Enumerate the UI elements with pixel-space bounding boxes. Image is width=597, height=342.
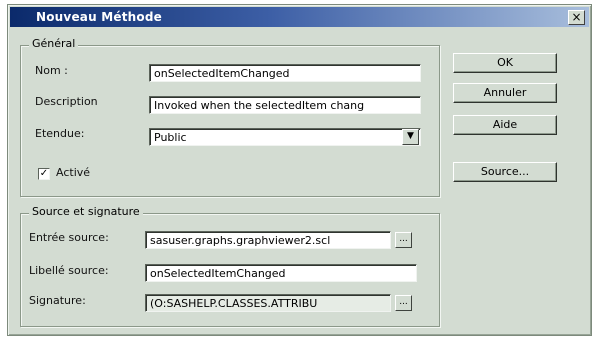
active-checkbox[interactable]: ✓ (38, 168, 50, 180)
signature-label: Signature: (29, 294, 86, 307)
source-signature-group-title: Source et signature (29, 205, 143, 218)
signature-field: (O:SASHELP.CLASSES.ATTRIBU (145, 294, 391, 312)
ellipsis-icon: ... (399, 234, 408, 244)
etendue-label: Etendue: (35, 127, 85, 140)
annuler-button[interactable]: Annuler (453, 83, 557, 103)
general-group: Général Nom : onSelectedItemChanged Desc… (20, 37, 440, 197)
close-button[interactable]: × (568, 10, 585, 25)
general-group-title: Général (29, 37, 79, 50)
etendue-select[interactable]: Public (149, 128, 421, 146)
libelle-source-field[interactable]: onSelectedItemChanged (145, 264, 417, 282)
active-label: Activé (56, 166, 91, 179)
checkmark-icon: ✓ (39, 168, 49, 179)
nom-field[interactable]: onSelectedItemChanged (149, 64, 421, 82)
libelle-source-label: Libellé source: (29, 264, 109, 277)
etendue-dropdown-button[interactable]: ▼ (402, 129, 419, 145)
signature-browse-button[interactable]: ... (395, 295, 412, 311)
window-title: Nouveau Méthode (36, 10, 162, 24)
description-label: Description (35, 95, 98, 108)
etendue-select-value: Public (154, 131, 187, 144)
source-button[interactable]: Source... (453, 162, 557, 182)
ok-button[interactable]: OK (453, 53, 557, 73)
close-icon: × (571, 10, 582, 24)
entree-source-label: Entrée source: (29, 231, 109, 244)
title-bar[interactable]: Nouveau Méthode × (10, 7, 589, 27)
aide-button[interactable]: Aide (453, 115, 557, 135)
description-field[interactable]: Invoked when the selectedItem chang (149, 96, 421, 114)
chevron-down-icon: ▼ (407, 131, 414, 141)
nom-label: Nom : (35, 64, 68, 77)
entree-source-browse-button[interactable]: ... (395, 232, 412, 248)
dialog-window: Nouveau Méthode × Général Nom : onSelect… (7, 4, 592, 336)
ellipsis-icon: ... (399, 297, 408, 307)
source-signature-group: Source et signature Entrée source: sasus… (20, 205, 440, 327)
entree-source-field[interactable]: sasuser.graphs.graphviewer2.scl (145, 231, 391, 249)
